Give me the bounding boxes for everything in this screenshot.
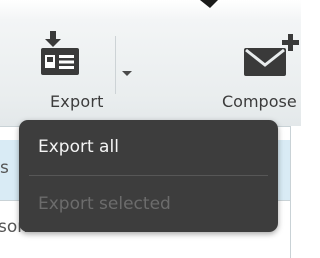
partial-row-text: s — [0, 158, 9, 178]
menu-item-export-selected: Export selected — [38, 194, 171, 214]
mail-app-window: Export Compose s sonal Addresses Export … — [0, 0, 301, 258]
compose-button-label[interactable]: Compose — [222, 92, 297, 111]
export-split-button[interactable]: Export — [36, 28, 142, 118]
menu-divider — [29, 175, 268, 176]
chevron-down-icon[interactable] — [121, 70, 133, 78]
partial-icon-fragment — [200, 0, 218, 8]
split-button-divider — [115, 36, 116, 94]
compose-button[interactable]: Compose — [222, 30, 301, 120]
export-download-icon[interactable] — [40, 31, 80, 75]
export-dropdown-menu: Export all Export selected — [19, 120, 278, 232]
ribbon-toolbar: Export Compose — [0, 0, 301, 126]
menu-item-export-all[interactable]: Export all — [19, 120, 278, 175]
export-button-label[interactable]: Export — [50, 92, 104, 111]
compose-mail-icon[interactable] — [242, 34, 301, 84]
